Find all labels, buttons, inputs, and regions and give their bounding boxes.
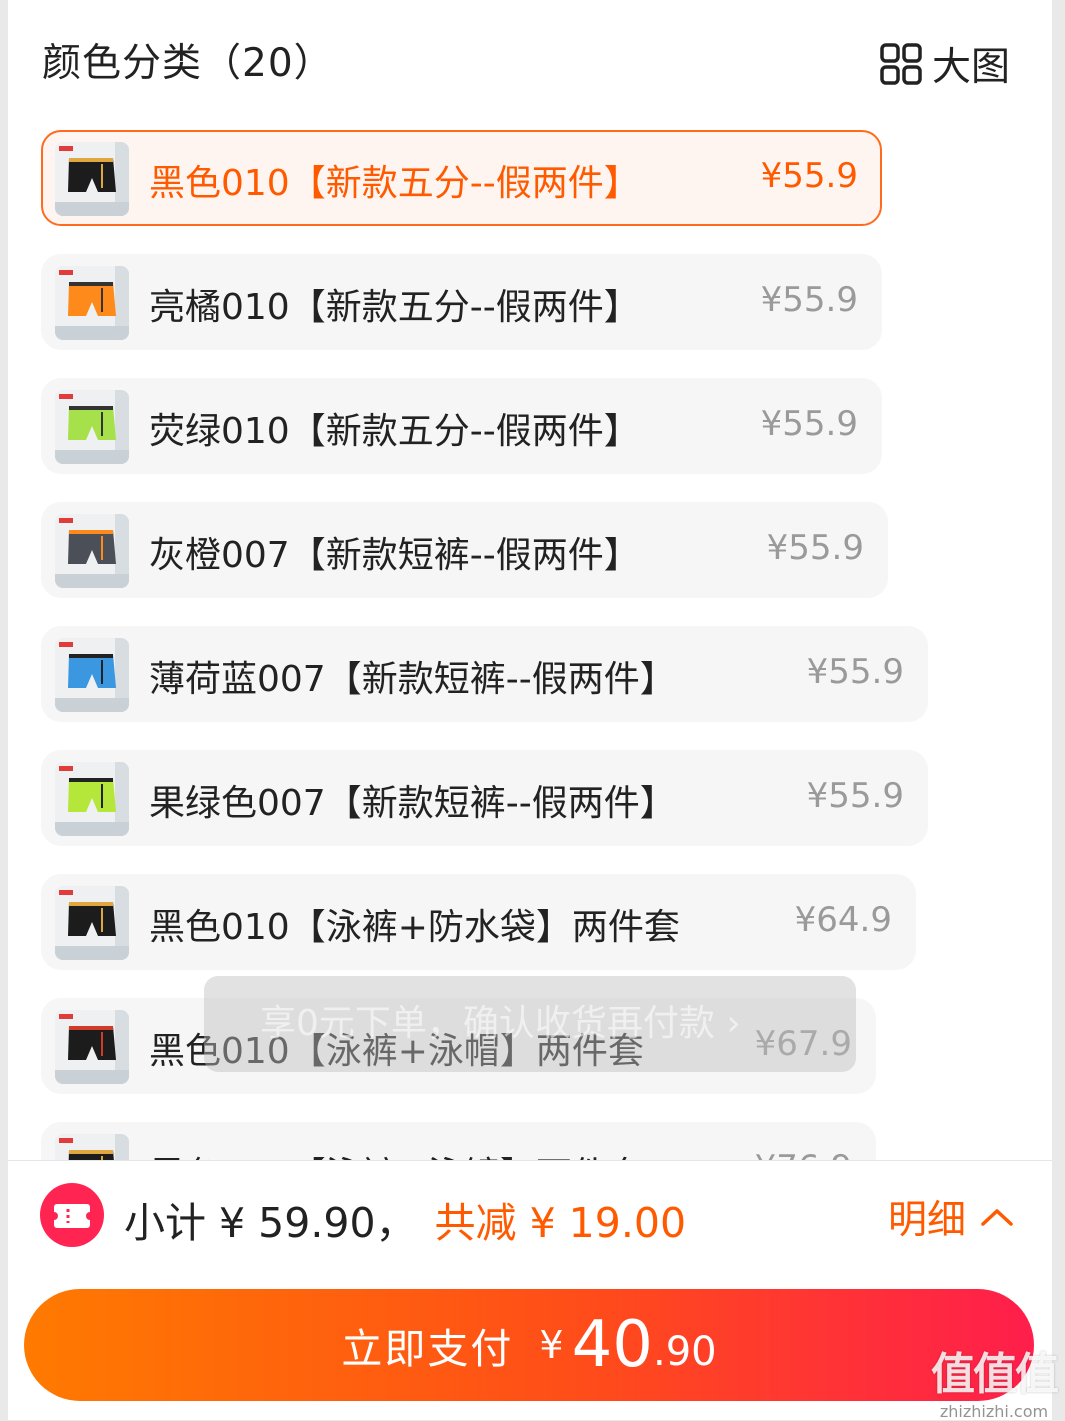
sku-thumbnail: [55, 638, 129, 712]
pay-currency: ¥: [539, 1323, 564, 1367]
sku-thumbnail: [55, 1010, 129, 1084]
sku-option[interactable]: 荧绿010【新款五分--假两件】 ¥55.9: [41, 378, 882, 474]
sku-option[interactable]: 亮橘010【新款五分--假两件】 ¥55.9: [41, 254, 882, 350]
discount-text: 共减 ¥ 19.00: [434, 1199, 687, 1247]
sku-name: 果绿色007【新款短裤--假两件】: [149, 783, 676, 824]
sku-name: 薄荷蓝007【新款短裤--假两件】: [149, 659, 676, 700]
sku-thumbnail: [55, 762, 129, 836]
sku-thumbnail: [55, 1134, 129, 1160]
pay-amount-decimal: .90: [653, 1329, 717, 1375]
sku-option[interactable]: 薄荷蓝007【新款短裤--假两件】 ¥55.9: [41, 626, 928, 722]
sku-thumbnail: [55, 266, 129, 340]
pay-now-button[interactable]: 立即支付 ¥ 40 .90: [24, 1289, 1034, 1401]
sku-price: ¥55.9: [766, 528, 864, 568]
price-detail-button[interactable]: 明细: [888, 1189, 1014, 1245]
sku-price: ¥76.9: [755, 1148, 852, 1160]
sku-price: ¥55.9: [760, 404, 858, 444]
sku-price: ¥55.9: [760, 280, 858, 320]
big-view-toggle[interactable]: 大图: [880, 36, 1010, 92]
sku-price: ¥64.9: [794, 900, 892, 940]
sku-price: ¥55.9: [806, 652, 904, 692]
price-detail-label: 明细: [888, 1198, 967, 1243]
sku-option[interactable]: 黑色010【泳裤+泳镜】两件套 ¥76.9: [41, 1122, 876, 1160]
sku-selection-sheet: 颜色分类（20） 大图 黑色010【新款五分--假两件】 ¥55.9 亮橘010【新…: [8, 0, 1052, 1420]
checkout-footer: 小计 ¥ 59.90， 共减 ¥ 19.00 明细 立即支付 ¥ 40 .90: [8, 1160, 1052, 1420]
sku-thumbnail: [55, 390, 129, 464]
pay-now-label: 立即支付: [341, 1325, 514, 1373]
grid-view-icon: [880, 43, 922, 85]
sku-section-title: 颜色分类（20）: [42, 41, 334, 86]
sku-thumbnail: [55, 514, 129, 588]
sku-option[interactable]: 果绿色007【新款短裤--假两件】 ¥55.9: [41, 750, 928, 846]
big-view-label: 大图: [932, 45, 1011, 90]
sku-name: 荧绿010【新款五分--假两件】: [149, 411, 640, 452]
sku-name: 灰橙007【新款短裤--假两件】: [149, 535, 640, 576]
subtotal-text: 小计 ¥ 59.90，: [124, 1199, 417, 1247]
sku-name: 黑色010【新款五分--假两件】: [149, 163, 640, 204]
price-summary: 小计 ¥ 59.90， 共减 ¥ 19.00: [124, 1189, 686, 1249]
sku-option[interactable]: 黑色010【泳裤+防水袋】两件套 ¥64.9: [41, 874, 916, 970]
sku-option[interactable]: 黑色010【新款五分--假两件】 ¥55.9: [41, 130, 882, 226]
sku-thumbnail: [55, 142, 129, 216]
sku-price: ¥55.9: [760, 156, 858, 196]
sku-option[interactable]: 灰橙007【新款短裤--假两件】 ¥55.9: [41, 502, 888, 598]
watermark-domain: zhizhizhi.com: [939, 1402, 1049, 1421]
sku-name: 亮橘010【新款五分--假两件】: [149, 287, 640, 328]
pay-amount-integer: 40: [571, 1308, 653, 1382]
chevron-up-icon: [981, 1209, 1013, 1226]
watermark-logo: 值值值: [931, 1349, 1059, 1400]
sku-thumbnail: [55, 886, 129, 960]
pay-later-toast: 享0元下单，确认收货再付款 ›: [204, 976, 856, 1072]
coupon-icon: [40, 1183, 104, 1247]
site-watermark: 值值值 zhizhizhi.com: [931, 1338, 1059, 1421]
sku-price: ¥55.9: [806, 776, 904, 816]
sku-name: 黑色010【泳裤+防水袋】两件套: [149, 907, 680, 948]
sku-name: 黑色010【泳裤+泳镜】两件套: [149, 1146, 644, 1160]
